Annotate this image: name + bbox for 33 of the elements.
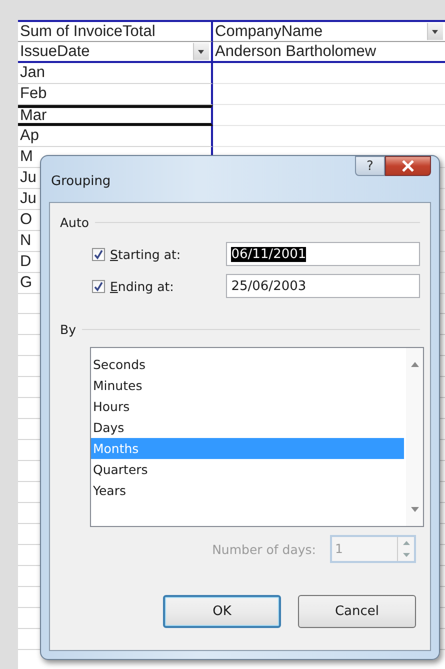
dialog-button[interactable]: Cancel: [298, 595, 416, 628]
table-cell: Jan: [18, 63, 213, 84]
table-cell: Sum of InvoiceTotal: [18, 20, 213, 42]
checkbox[interactable]: [92, 248, 105, 260]
close-button[interactable]: [385, 156, 431, 176]
field-label: Ending at:: [110, 278, 175, 294]
field-label: CompanyName: [215, 22, 323, 42]
input-field[interactable]: 06/11/2001: [226, 242, 420, 266]
group-label: Auto: [60, 215, 90, 230]
dropdown-icon[interactable]: [193, 43, 209, 60]
table-cell: Ap: [18, 126, 213, 147]
list-item[interactable]: Days: [91, 417, 404, 438]
group-label: By: [60, 322, 76, 337]
dialog-button[interactable]: OK: [163, 595, 281, 628]
list-item[interactable]: Seconds: [91, 354, 404, 375]
field-label: IssueDate: [20, 42, 90, 62]
table-cell: Mar: [18, 105, 213, 126]
table-cell: Anderson Bartholomew: [213, 42, 445, 63]
field-label: Number of days:: [212, 542, 316, 556]
list-item[interactable]: Years: [91, 480, 404, 501]
close-icon: [400, 160, 416, 172]
checkbox[interactable]: [92, 280, 105, 292]
window-title: Grouping: [51, 174, 111, 189]
dropdown-icon[interactable]: [427, 23, 443, 40]
list-item[interactable]: Minutes: [91, 375, 404, 396]
scroll-up-icon[interactable]: [410, 362, 418, 367]
list-item[interactable]: Hours: [91, 396, 404, 417]
help-button[interactable]: ?: [355, 156, 385, 176]
input-field[interactable]: 25/06/2003: [226, 274, 420, 298]
scroll-down-icon[interactable]: [410, 507, 418, 512]
list-box[interactable]: Seconds Minutes Hours Days Months Quarters Years: [90, 347, 424, 527]
list-item[interactable]: Quarters: [91, 459, 404, 480]
table-cell: Feb: [18, 84, 213, 105]
